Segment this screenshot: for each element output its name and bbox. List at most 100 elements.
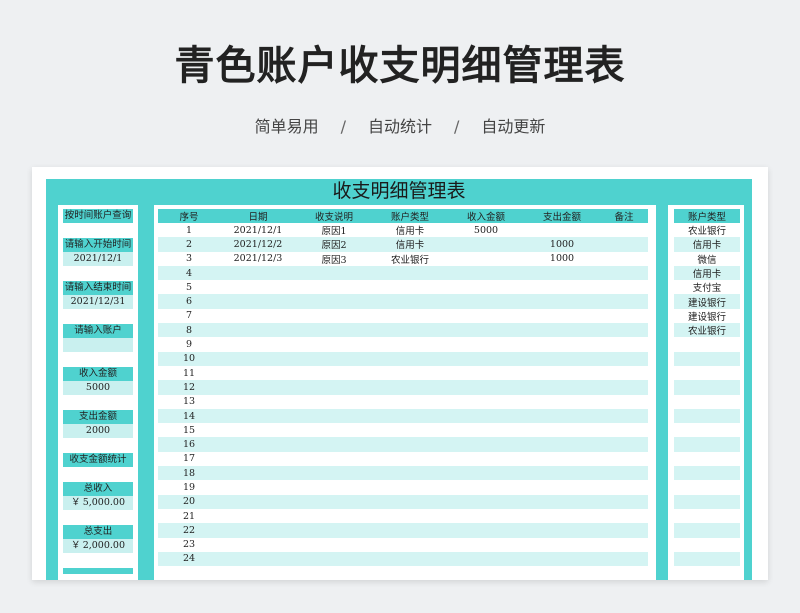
table-cell[interactable] — [372, 323, 448, 338]
account-type-cell[interactable] — [674, 423, 740, 438]
list-item[interactable] — [674, 451, 740, 467]
table-cell[interactable] — [524, 280, 600, 295]
table-cell[interactable] — [220, 423, 296, 438]
account-type-cell[interactable] — [674, 365, 740, 381]
table-cell[interactable] — [524, 551, 600, 567]
table-cell[interactable] — [524, 337, 600, 352]
list-item[interactable] — [674, 551, 740, 567]
table-cell[interactable]: 信用卡 — [372, 237, 448, 252]
column-header[interactable]: 序号 — [158, 209, 220, 223]
table-cell[interactable] — [372, 351, 448, 366]
table-cell[interactable]: 22 — [158, 523, 220, 538]
table-cell[interactable] — [372, 294, 448, 309]
table-cell[interactable] — [448, 423, 524, 438]
table-cell[interactable] — [220, 351, 296, 366]
table-cell[interactable] — [524, 508, 600, 524]
table-cell[interactable]: 2021/12/1 — [220, 223, 296, 238]
table-cell[interactable] — [448, 294, 524, 309]
table-cell[interactable]: 4 — [158, 265, 220, 281]
table-cell[interactable] — [296, 451, 372, 467]
table-cell[interactable] — [524, 408, 600, 424]
table-cell[interactable] — [448, 451, 524, 467]
account-type-cell[interactable] — [674, 351, 740, 366]
table-cell[interactable] — [372, 380, 448, 395]
table-cell[interactable]: 8 — [158, 323, 220, 338]
list-item[interactable]: 信用卡 — [674, 237, 740, 252]
table-cell[interactable] — [524, 523, 600, 538]
column-header[interactable]: 备注 — [600, 209, 648, 223]
table-cell[interactable]: 17 — [158, 451, 220, 467]
table-cell[interactable]: 3 — [158, 251, 220, 266]
table-cell[interactable] — [524, 466, 600, 481]
table-cell[interactable] — [296, 437, 372, 452]
table-cell[interactable] — [220, 308, 296, 324]
column-header[interactable]: 账户类型 — [372, 209, 448, 223]
table-cell[interactable] — [600, 408, 648, 424]
table-row[interactable]: 23 — [158, 537, 648, 552]
table-cell[interactable]: 原因2 — [296, 237, 372, 252]
table-row[interactable]: 18 — [158, 466, 648, 481]
table-row[interactable]: 12 — [158, 380, 648, 395]
table-cell[interactable] — [448, 466, 524, 481]
start-date-input[interactable]: 2021/12/1 — [63, 252, 133, 266]
table-cell[interactable] — [448, 537, 524, 552]
account-type-cell[interactable] — [674, 494, 740, 509]
table-cell[interactable] — [524, 423, 600, 438]
table-row[interactable]: 14 — [158, 408, 648, 424]
table-cell[interactable] — [524, 451, 600, 467]
table-cell[interactable] — [372, 523, 448, 538]
column-header[interactable]: 收入金额 — [448, 209, 524, 223]
table-cell[interactable] — [296, 551, 372, 567]
table-cell[interactable] — [448, 380, 524, 395]
account-type-cell[interactable]: 建设银行 — [674, 294, 740, 309]
table-cell[interactable] — [600, 351, 648, 366]
table-cell[interactable] — [524, 494, 600, 509]
table-cell[interactable] — [296, 323, 372, 338]
table-cell[interactable]: 信用卡 — [372, 223, 448, 238]
table-cell[interactable] — [296, 351, 372, 366]
table-cell[interactable] — [600, 394, 648, 409]
end-date-input[interactable]: 2021/12/31 — [63, 295, 133, 309]
table-cell[interactable] — [600, 523, 648, 538]
table-row[interactable]: 11 — [158, 365, 648, 381]
table-row[interactable]: 10 — [158, 351, 648, 366]
list-item[interactable]: 农业银行 — [674, 223, 740, 238]
table-cell[interactable] — [296, 480, 372, 495]
table-cell[interactable] — [600, 365, 648, 381]
table-cell[interactable] — [220, 551, 296, 567]
table-cell[interactable] — [524, 537, 600, 552]
table-row[interactable]: 6 — [158, 294, 648, 309]
table-cell[interactable] — [296, 308, 372, 324]
table-row[interactable]: 16 — [158, 437, 648, 452]
table-row[interactable]: 13 — [158, 394, 648, 409]
table-cell[interactable] — [600, 251, 648, 266]
table-cell[interactable]: 9 — [158, 337, 220, 352]
list-item[interactable] — [674, 494, 740, 509]
table-cell[interactable] — [600, 537, 648, 552]
table-cell[interactable] — [448, 394, 524, 409]
table-cell[interactable] — [524, 294, 600, 309]
table-cell[interactable] — [600, 323, 648, 338]
table-cell[interactable] — [600, 494, 648, 509]
table-cell[interactable]: 12 — [158, 380, 220, 395]
table-cell[interactable] — [600, 480, 648, 495]
account-input[interactable] — [63, 338, 133, 352]
account-type-cell[interactable] — [674, 437, 740, 452]
table-cell[interactable] — [220, 451, 296, 467]
list-item[interactable]: 农业银行 — [674, 323, 740, 338]
list-item[interactable]: 信用卡 — [674, 265, 740, 281]
list-item[interactable] — [674, 537, 740, 552]
list-item[interactable] — [674, 337, 740, 352]
table-cell[interactable] — [220, 508, 296, 524]
table-row[interactable]: 2 2021/12/2 原因2 信用卡 1000 — [158, 237, 648, 252]
table-cell[interactable] — [600, 551, 648, 567]
table-cell[interactable] — [220, 265, 296, 281]
account-type-cell[interactable]: 支付宝 — [674, 280, 740, 295]
table-cell[interactable] — [372, 265, 448, 281]
account-type-cell[interactable]: 信用卡 — [674, 237, 740, 252]
table-cell[interactable] — [448, 437, 524, 452]
account-type-cell[interactable]: 农业银行 — [674, 223, 740, 238]
table-cell[interactable]: 16 — [158, 437, 220, 452]
table-row[interactable]: 19 — [158, 480, 648, 495]
list-item[interactable]: 建设银行 — [674, 308, 740, 324]
